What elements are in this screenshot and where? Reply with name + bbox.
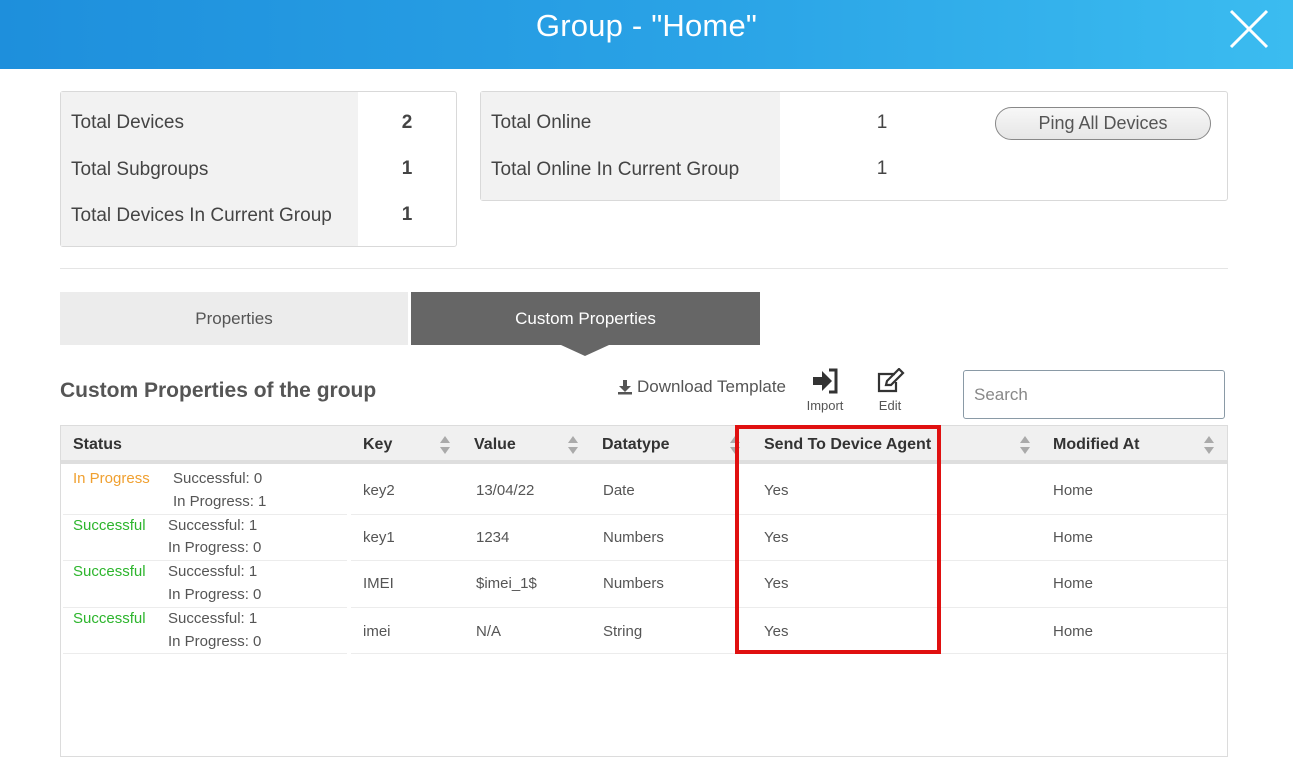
tab-custom-properties[interactable]: Custom Properties <box>411 292 760 356</box>
modified-at-cell: Home <box>1053 575 1094 592</box>
successful-count: Successful: 0 <box>173 470 263 487</box>
in-progress-count: In Progress: 0 <box>168 633 262 650</box>
send-to-agent-cell: Yes <box>764 575 789 592</box>
search-input[interactable] <box>963 370 1225 419</box>
section-title: Custom Properties of the group <box>60 379 377 402</box>
sort-icon[interactable] <box>729 435 741 455</box>
key-cell: imei <box>363 623 391 640</box>
table-row[interactable]: Successful Successful: 1 In Progress: 0 … <box>61 515 1227 562</box>
status-badge: Successful <box>73 610 146 627</box>
sort-icon[interactable] <box>439 435 451 455</box>
tab-properties-label: Properties <box>195 308 273 328</box>
col-status-header[interactable]: Status <box>73 426 122 464</box>
total-online-current-group-label: Total Online In Current Group <box>491 159 740 180</box>
sort-icon[interactable] <box>1203 435 1215 455</box>
modified-at-cell: Home <box>1053 482 1094 499</box>
total-subgroups-value: 1 <box>401 158 413 179</box>
total-devices-current-group-label: Total Devices In Current Group <box>71 205 332 226</box>
col-value-header[interactable]: Value <box>474 426 516 464</box>
custom-properties-table: Status Key Value Datatype Send To Device… <box>60 425 1228 757</box>
dialog-title: Group - "Home" <box>535 8 758 43</box>
datatype-cell: Numbers <box>603 575 664 592</box>
total-devices-value: 2 <box>401 112 413 133</box>
total-online-value: 1 <box>876 112 888 133</box>
table-row[interactable]: Successful Successful: 1 In Progress: 0 … <box>61 561 1227 608</box>
col-modified-at-header[interactable]: Modified At <box>1053 426 1140 464</box>
table-header: Status Key Value Datatype Send To Device… <box>61 426 1227 464</box>
key-cell: IMEI <box>363 575 394 592</box>
value-cell: $imei_1$ <box>476 575 537 592</box>
total-devices-current-group-value: 1 <box>401 204 413 225</box>
status-badge: Successful <box>73 517 146 534</box>
total-online-label: Total Online <box>481 92 780 200</box>
send-to-agent-cell: Yes <box>764 529 789 546</box>
device-summary-box: Total Devices Total Subgroups Total Devi… <box>60 91 457 247</box>
modified-at-cell: Home <box>1053 623 1094 640</box>
value-cell: 1234 <box>476 529 510 546</box>
send-to-agent-cell: Yes <box>764 482 789 499</box>
edit-icon <box>877 368 905 393</box>
dialog-header: Group - "Home" <box>0 0 1293 69</box>
in-progress-count: In Progress: 0 <box>168 539 262 556</box>
import-label: Import <box>806 398 844 413</box>
key-cell: key2 <box>363 482 395 499</box>
in-progress-count: In Progress: 0 <box>168 586 262 603</box>
col-key-header[interactable]: Key <box>363 426 392 464</box>
section-divider <box>60 268 1228 269</box>
datatype-cell: Date <box>603 482 635 499</box>
table-row[interactable]: Successful Successful: 1 In Progress: 0 … <box>61 608 1227 655</box>
successful-count: Successful: 1 <box>168 563 258 580</box>
tab-custom-properties-label: Custom Properties <box>515 308 656 328</box>
total-online-current-group-value: 1 <box>876 158 888 179</box>
total-subgroups-label: Total Subgroups <box>71 159 209 180</box>
import-button[interactable]: Import <box>800 368 850 413</box>
send-to-agent-cell: Yes <box>764 623 789 640</box>
close-icon[interactable] <box>1226 6 1272 52</box>
row-divider <box>63 653 347 654</box>
ping-all-devices-button[interactable]: Ping All Devices <box>995 107 1211 140</box>
download-template-label: Download Template <box>637 377 786 396</box>
active-tab-pointer <box>561 345 609 356</box>
download-template-button[interactable]: Download Template <box>617 377 786 397</box>
status-badge: Successful <box>73 563 146 580</box>
status-badge: In Progress <box>73 470 150 487</box>
value-cell: 13/04/22 <box>476 482 535 499</box>
download-icon <box>618 380 632 395</box>
col-send-to-device-agent-header[interactable]: Send To Device Agent <box>764 426 931 464</box>
key-cell: key1 <box>363 529 395 546</box>
datatype-cell: Numbers <box>603 529 664 546</box>
import-icon <box>813 368 838 394</box>
value-cell: N/A <box>476 623 502 640</box>
edit-label: Edit <box>878 398 902 413</box>
in-progress-count: In Progress: 1 <box>173 493 267 510</box>
sort-icon[interactable] <box>1019 435 1031 455</box>
successful-count: Successful: 1 <box>168 610 258 627</box>
tab-properties[interactable]: Properties <box>60 292 408 345</box>
table-row[interactable]: In Progress Successful: 0 In Progress: 1… <box>61 468 1227 515</box>
successful-count: Successful: 1 <box>168 517 258 534</box>
modified-at-cell: Home <box>1053 529 1094 546</box>
edit-button[interactable]: Edit <box>865 368 915 413</box>
datatype-cell: String <box>603 623 643 640</box>
row-divider <box>351 653 1227 654</box>
col-datatype-header[interactable]: Datatype <box>602 426 670 464</box>
sort-icon[interactable] <box>567 435 579 455</box>
